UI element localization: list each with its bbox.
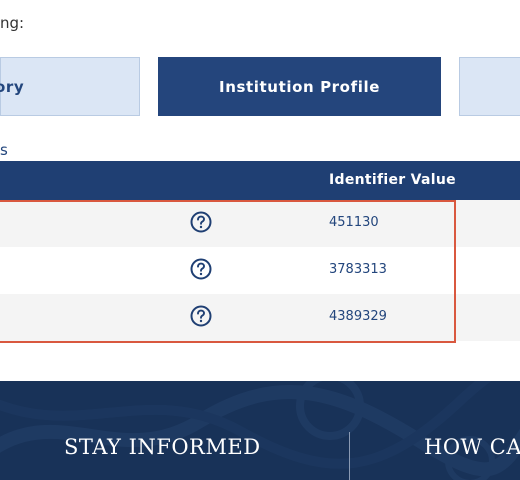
footer-pattern bbox=[0, 381, 520, 480]
intro-text: ng: bbox=[0, 14, 25, 32]
identifier-value: 4389329 bbox=[329, 309, 387, 324]
tab-next[interactable] bbox=[459, 57, 520, 116]
tab-institution-profile-label: Institution Profile bbox=[219, 77, 380, 96]
section-label: s bbox=[0, 141, 8, 159]
table-row: 3783313 bbox=[0, 247, 520, 294]
question-circle-icon[interactable] bbox=[190, 211, 212, 233]
stay-informed-heading: STAY INFORMED bbox=[64, 435, 261, 459]
how-can-heading: HOW CAN bbox=[424, 435, 520, 459]
table-row: 4389329 bbox=[0, 294, 520, 341]
question-circle-icon[interactable] bbox=[190, 258, 212, 280]
footer-divider bbox=[349, 432, 350, 480]
tab-history[interactable]: ory bbox=[0, 57, 140, 116]
table-row: 451130 bbox=[0, 200, 520, 247]
tab-institution-profile[interactable]: Institution Profile bbox=[158, 57, 441, 116]
identifier-value: 3783313 bbox=[329, 262, 387, 277]
footer: STAY INFORMED HOW CAN bbox=[0, 381, 520, 480]
question-circle-icon[interactable] bbox=[190, 305, 212, 327]
table-header: Identifier Value bbox=[0, 161, 520, 200]
tab-history-label: ory bbox=[0, 77, 25, 96]
identifier-value: 451130 bbox=[329, 215, 379, 230]
identifier-value-header: Identifier Value bbox=[329, 172, 456, 188]
